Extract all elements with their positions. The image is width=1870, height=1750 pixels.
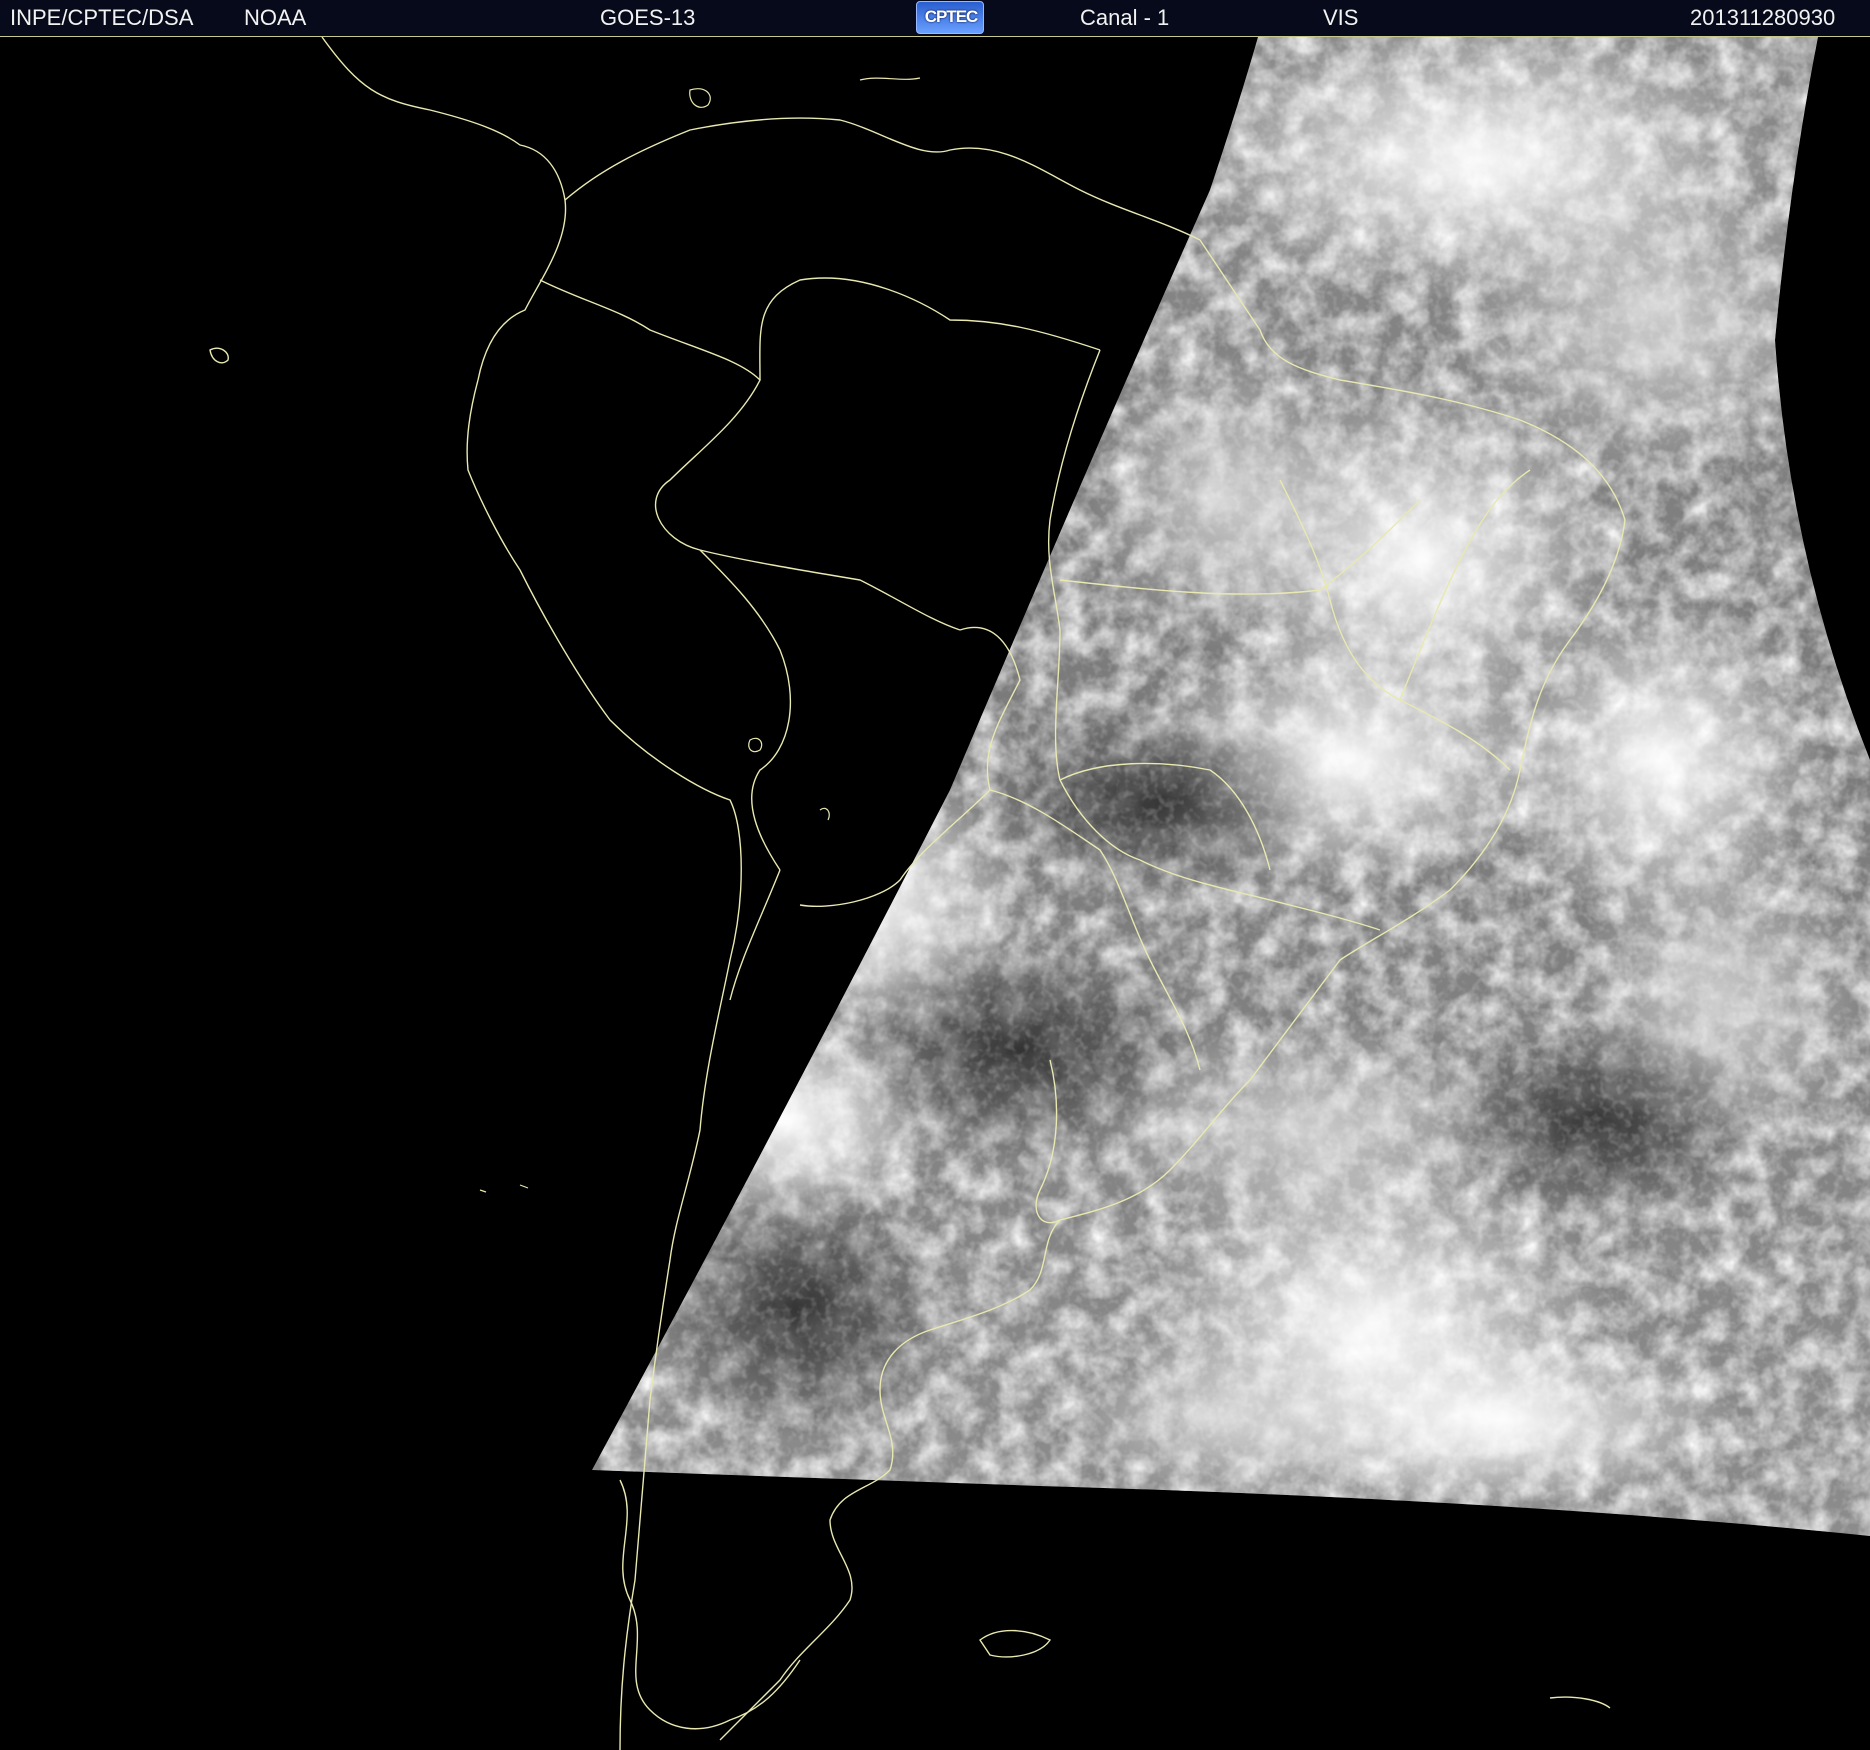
logo-text: CPTEC	[924, 7, 979, 26]
cptec-logo-icon: CPTEC	[916, 1, 984, 34]
band-label: VIS	[1323, 5, 1359, 30]
satellite-label: GOES-13	[600, 5, 696, 30]
channel-label: Canal - 1	[1080, 5, 1170, 30]
timestamp-label: 201311280930	[1690, 5, 1836, 30]
image-header-bar: INPE/CPTEC/DSA NOAA GOES-13 CPTEC Canal …	[0, 0, 1870, 37]
agency-label: NOAA	[244, 5, 307, 30]
source-label: INPE/CPTEC/DSA	[10, 5, 194, 30]
satellite-image	[0, 37, 1870, 1750]
